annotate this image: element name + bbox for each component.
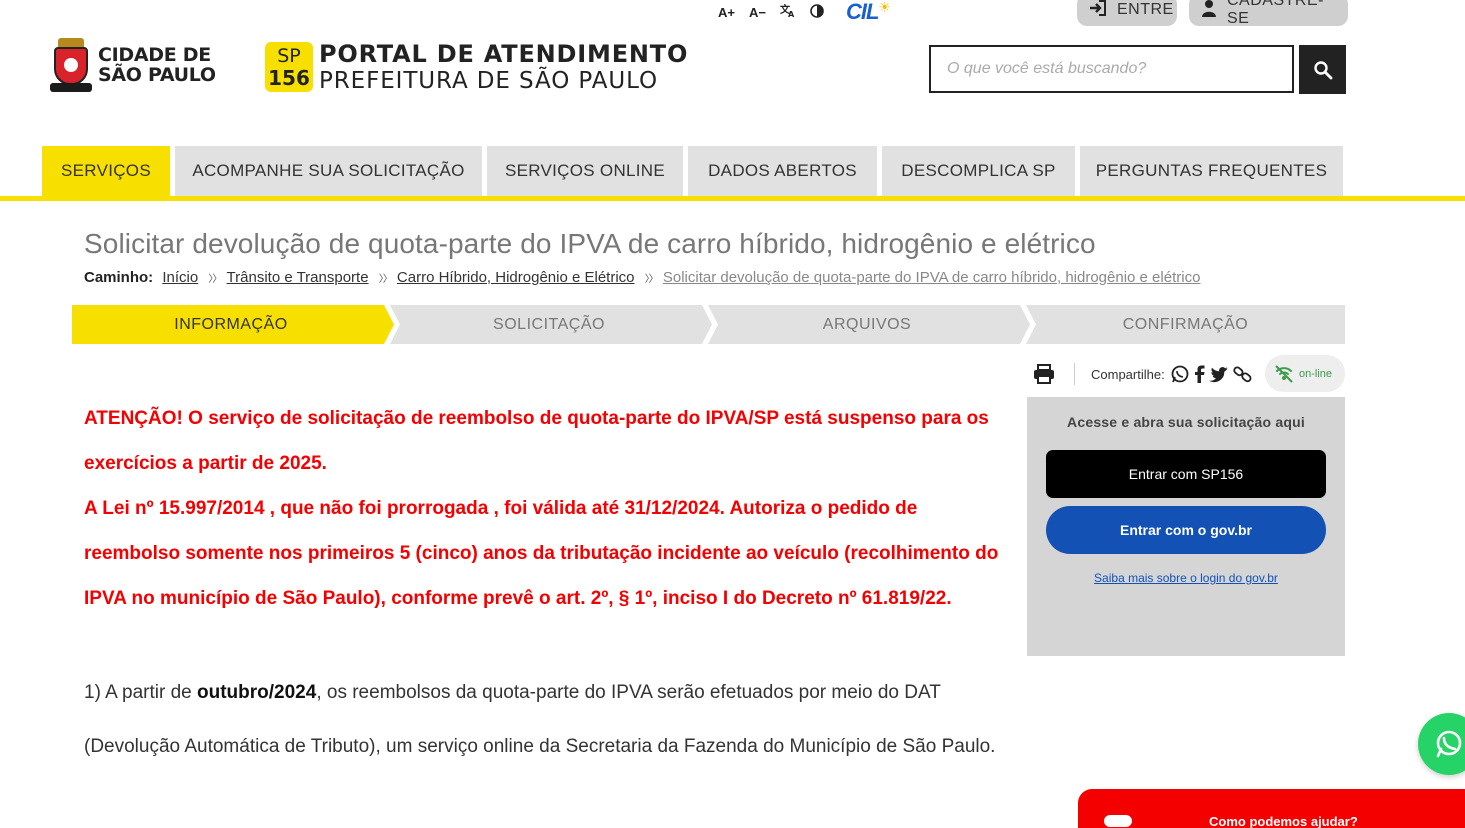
breadcrumb-separator: 〉〉	[378, 274, 393, 285]
search-icon	[1313, 60, 1332, 79]
nav-descomplica[interactable]: DESCOMPLICA SP	[882, 146, 1075, 196]
translate-icon[interactable]: 文A	[780, 3, 796, 21]
sign-in-icon	[1089, 0, 1107, 21]
online-icon	[1275, 364, 1293, 383]
user-icon	[1201, 0, 1217, 22]
breadcrumb-transito[interactable]: Trânsito e Transporte	[227, 269, 369, 286]
breadcrumb-label: Caminho:	[84, 269, 154, 286]
chat-toggle[interactable]	[1104, 815, 1132, 827]
body-p1-prefix: 1) A partir de	[84, 682, 198, 703]
page-title: Solicitar devolução de quota-parte do IP…	[84, 228, 1096, 259]
accessibility-bar: A+ A− 文A CIL☀	[718, 0, 891, 25]
online-label: on-line	[1299, 367, 1333, 380]
step-progress: INFORMAÇÃO SOLICITAÇÃO ARQUIVOS CONFIRMA…	[72, 305, 1345, 344]
font-decrease-button[interactable]: A−	[749, 5, 766, 20]
nav-servicos-online[interactable]: SERVIÇOS ONLINE	[487, 146, 683, 196]
nav-underline	[0, 196, 1465, 201]
login-panel: Acesse e abra sua solicitação aqui Entra…	[1027, 397, 1345, 656]
nav-servicos[interactable]: SERVIÇOS	[42, 146, 170, 196]
twitter-icon[interactable]	[1208, 366, 1229, 383]
step-informacao: INFORMAÇÃO	[174, 315, 288, 333]
cil-logo[interactable]: CIL☀	[846, 0, 891, 25]
register-button[interactable]: CADASTRE-SE	[1189, 0, 1348, 27]
body-p1-bold: outubro/2024	[197, 682, 317, 703]
nav-perguntas[interactable]: PERGUNTAS FREQUENTES	[1080, 146, 1343, 196]
login-panel-title: Acesse e abra sua solicitação aqui	[1067, 414, 1305, 430]
sp156-login-button[interactable]: Entrar com SP156	[1046, 450, 1326, 498]
cidade-line2: SÃO PAULO	[98, 64, 216, 86]
portal-subtitle: PREFEITURA DE SÃO PAULO	[319, 68, 658, 94]
step-confirmacao: CONFIRMAÇÃO	[1122, 315, 1249, 333]
share-bar: Compartilhe:	[1033, 357, 1253, 391]
nav-dados-abertos[interactable]: DADOS ABERTOS	[688, 146, 877, 196]
help-chat-widget[interactable]: Como podemos ajudar?	[1078, 789, 1465, 828]
nav-acompanhe[interactable]: ACOMPANHE SUA SOLICITAÇÃO	[175, 146, 482, 196]
whatsapp-icon[interactable]	[1171, 365, 1189, 383]
main-nav: SERVIÇOS ACOMPANHE SUA SOLICITAÇÃO SERVI…	[42, 146, 1343, 196]
portal-logo[interactable]: SP 156 PORTAL DE ATENDIMENTO PREFEITURA …	[265, 40, 688, 94]
breadcrumb-carro-hibrido[interactable]: Carro Híbrido, Hidrogênio e Elétrico	[397, 269, 635, 286]
coat-of-arms-icon	[50, 38, 92, 92]
share-divider	[1074, 363, 1075, 385]
cidade-sao-paulo-logo[interactable]: CIDADE DE SÃO PAULO	[50, 38, 216, 92]
online-status-badge: on-line	[1265, 355, 1345, 392]
service-description: 1) A partir de outubro/2024, os reembols…	[84, 666, 1004, 773]
login-label: ENTRE	[1117, 1, 1174, 18]
step-arquivos: ARQUIVOS	[822, 315, 912, 333]
step-solicitacao: SOLICITAÇÃO	[493, 315, 605, 333]
search-input[interactable]	[929, 45, 1294, 93]
breadcrumb-inicio[interactable]: Início	[162, 269, 198, 286]
breadcrumb-separator: 〉〉	[208, 274, 222, 285]
whatsapp-float-button[interactable]	[1418, 713, 1465, 775]
search-button[interactable]	[1299, 45, 1346, 94]
help-label: Como podemos ajudar?	[1209, 814, 1358, 828]
svg-text:A: A	[788, 10, 795, 18]
font-increase-button[interactable]: A+	[718, 5, 735, 20]
print-icon[interactable]	[1033, 364, 1055, 384]
sun-icon: ☀	[878, 0, 891, 15]
breadcrumb: Caminho: Início 〉〉 Trânsito e Transporte…	[84, 269, 1200, 286]
notice-line1: ATENÇÃO! O serviço de solicitação de ree…	[84, 408, 989, 474]
login-button[interactable]: ENTRE	[1077, 0, 1177, 26]
notice-line2: A Lei nº 15.997/2014 , que não foi prorr…	[84, 498, 999, 609]
sp156-badge: SP 156	[265, 42, 313, 92]
share-label: Compartilhe:	[1091, 366, 1165, 382]
cidade-line1: CIDADE DE	[98, 44, 211, 66]
whatsapp-icon	[1436, 730, 1462, 758]
facebook-icon[interactable]	[1193, 365, 1205, 383]
suspension-notice: ATENÇÃO! O serviço de solicitação de ree…	[84, 396, 1004, 621]
govbr-login-button[interactable]: Entrar com o gov.br	[1046, 506, 1326, 554]
breadcrumb-current[interactable]: Solicitar devolução de quota-parte do IP…	[663, 269, 1201, 286]
register-label: CADASTRE-SE	[1227, 0, 1324, 27]
link-icon[interactable]	[1233, 365, 1253, 383]
contrast-icon[interactable]	[810, 3, 824, 21]
govbr-info-link[interactable]: Saiba mais sobre o login do gov.br	[1027, 571, 1345, 585]
portal-title: PORTAL DE ATENDIMENTO	[319, 40, 689, 68]
breadcrumb-separator: 〉〉	[644, 274, 659, 285]
